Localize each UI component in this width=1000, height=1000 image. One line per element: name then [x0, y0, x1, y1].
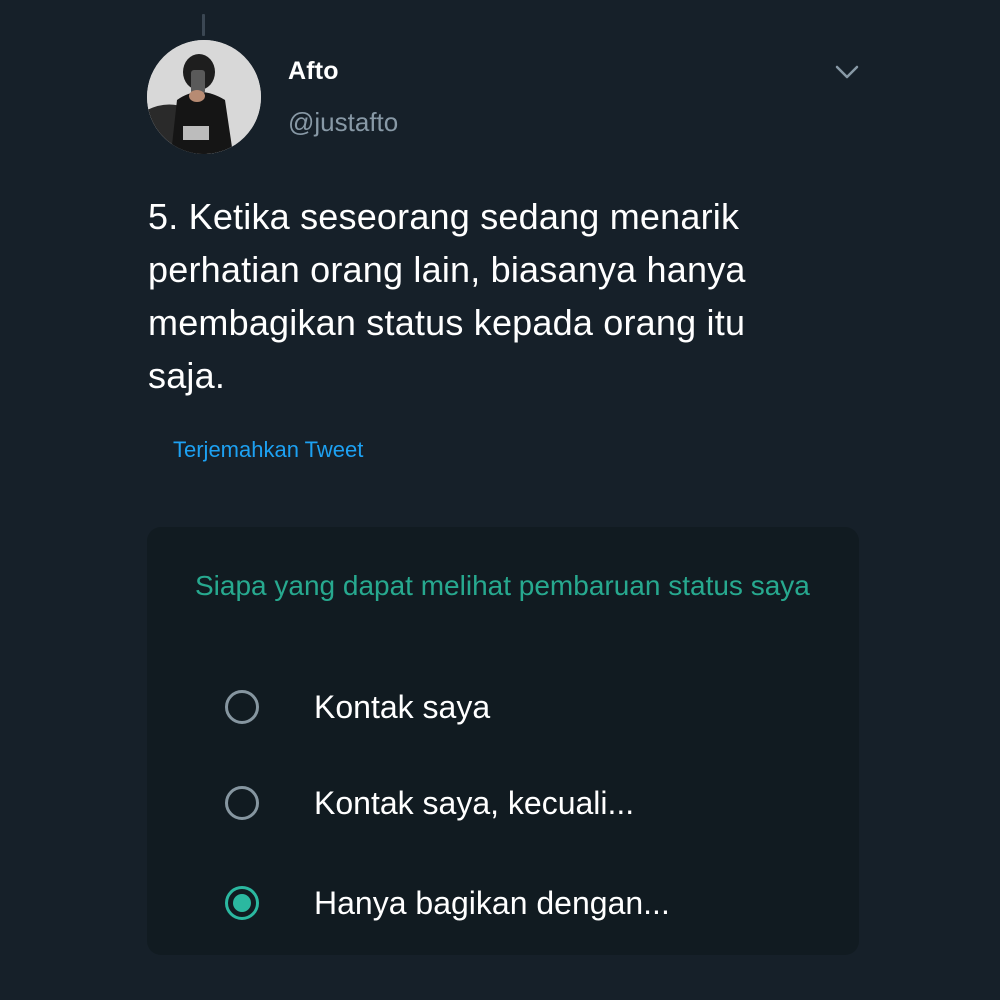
option-label: Kontak saya — [314, 688, 491, 725]
thread-connector-line — [202, 14, 205, 36]
radio-button-selected[interactable] — [225, 886, 259, 920]
tweet-text: 5. Ketika seseorang sedang menarik perha… — [148, 196, 746, 396]
option-kontak-saya-kecuali[interactable]: Kontak saya, kecuali... — [225, 778, 825, 828]
display-name[interactable]: Afto — [288, 57, 339, 86]
tweet-screenshot: Afto @justafto 5. Ketika seseorang sedan… — [0, 0, 1000, 1000]
option-label: Hanya bagikan dengan... — [314, 884, 670, 921]
radio-button[interactable] — [225, 786, 259, 820]
status-privacy-title: Siapa yang dapat melihat pembaruan statu… — [195, 570, 810, 601]
user-handle[interactable]: @justafto — [288, 107, 398, 138]
status-privacy-card: Siapa yang dapat melihat pembaruan statu… — [147, 527, 859, 955]
radio-button[interactable] — [225, 690, 259, 724]
option-label: Kontak saya, kecuali... — [314, 784, 635, 821]
chevron-down-icon — [835, 65, 859, 79]
option-kontak-saya[interactable]: Kontak saya — [225, 682, 825, 732]
option-hanya-bagikan-dengan[interactable]: Hanya bagikan dengan... — [225, 878, 825, 928]
avatar[interactable] — [147, 40, 261, 154]
more-options-button[interactable] — [832, 57, 862, 87]
translate-tweet-link[interactable]: Terjemahkan Tweet — [173, 437, 363, 463]
